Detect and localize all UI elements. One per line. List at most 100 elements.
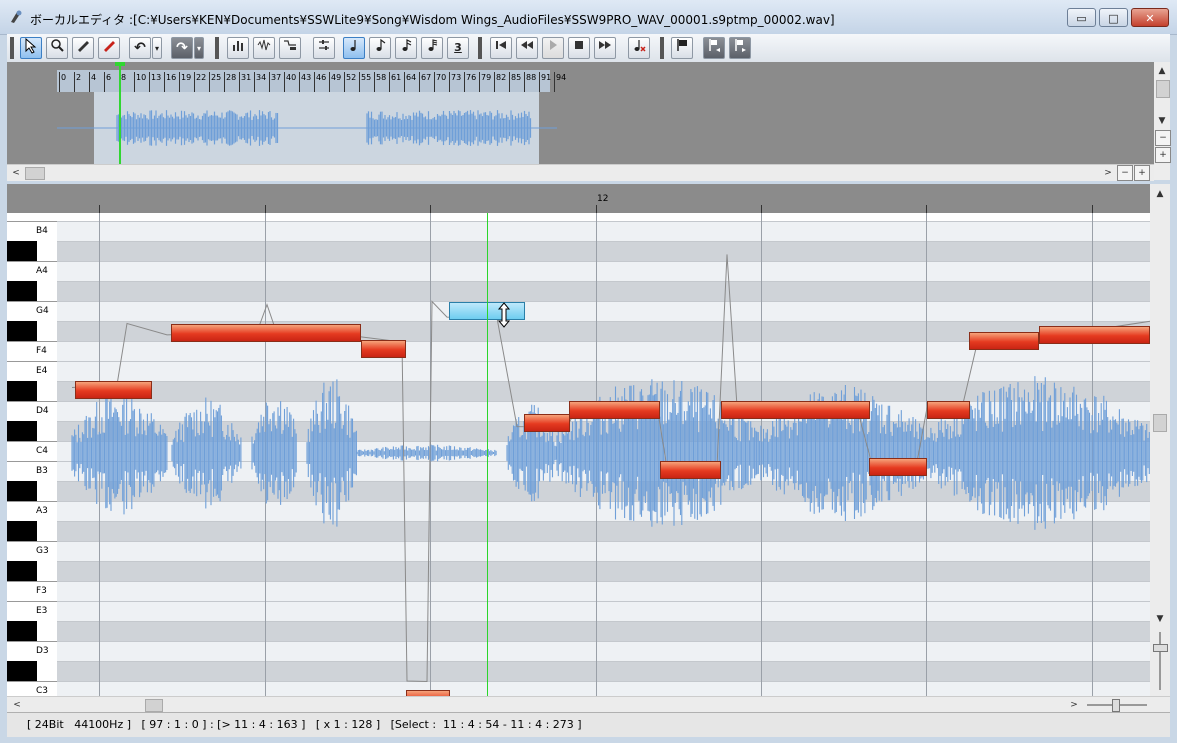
note-block[interactable] [75, 381, 152, 399]
vertical-zoom-slider-track[interactable] [1159, 632, 1161, 690]
note-cross-icon [634, 40, 646, 52]
note-block[interactable] [969, 332, 1039, 350]
zoom-in-horizontal-button[interactable]: + [1134, 165, 1150, 181]
piano-keyboard[interactable]: B4 A4 G4 F4 E4 D4 C4 B3 A3 G3 F3 E3 D3 C3 [7, 213, 57, 696]
scroll-thumb[interactable] [1153, 414, 1167, 432]
white-key[interactable] [7, 461, 57, 481]
thirtysecond-note-button[interactable] [421, 37, 443, 59]
zoom-tool-button[interactable] [46, 37, 68, 59]
toolbar: ↶ ▾ ↷ ▾ 3 [7, 34, 1170, 63]
overview-ruler-label: 64 [404, 72, 416, 92]
white-key[interactable] [7, 221, 57, 241]
eraser-tool-button[interactable] [98, 37, 120, 59]
maximize-button[interactable]: □ [1099, 8, 1128, 27]
white-key[interactable] [7, 601, 57, 621]
vertical-zoom-slider-thumb[interactable] [1153, 644, 1168, 652]
main-horizontal-scrollbar[interactable]: < > [7, 696, 1170, 713]
scroll-left-icon[interactable]: < [9, 166, 23, 180]
prev-marker-button[interactable] [703, 37, 725, 59]
pitch-view-button[interactable] [279, 37, 301, 59]
bar-graph-view-button[interactable] [227, 37, 249, 59]
play-button[interactable] [542, 37, 564, 59]
overview-panel: 0 2 4 6 8 10 13 16 19 22 25 28 31 34 37 40 43 46 49 52 55 58 6… [7, 62, 1171, 181]
fast-forward-button[interactable] [594, 37, 616, 59]
black-key[interactable] [7, 381, 37, 401]
scroll-thumb[interactable] [25, 167, 45, 180]
scroll-left-icon[interactable]: < [10, 698, 24, 712]
scroll-down-icon[interactable]: ▼ [1153, 612, 1167, 626]
zoom-in-vertical-button[interactable]: + [1155, 147, 1171, 163]
overview-horizontal-scrollbar[interactable]: < > − + [7, 164, 1154, 181]
white-key[interactable] [7, 681, 57, 696]
note-block[interactable] [927, 401, 970, 419]
toolbar-separator [478, 37, 482, 59]
overview-playhead[interactable] [119, 62, 121, 164]
pitch-grid[interactable] [57, 213, 1150, 696]
white-key[interactable] [7, 441, 57, 461]
metronome-button[interactable] [628, 37, 650, 59]
undo-button[interactable]: ↶ [129, 37, 151, 59]
eighth-note-button[interactable] [369, 37, 391, 59]
redo-dropdown[interactable]: ▾ [194, 37, 204, 59]
black-key[interactable] [7, 281, 37, 301]
redo-button[interactable]: ↷ [171, 37, 193, 59]
waveform-view-button[interactable] [253, 37, 275, 59]
sixteenth-note-button[interactable] [395, 37, 417, 59]
scroll-up-icon[interactable]: ▲ [1155, 64, 1169, 78]
white-key[interactable] [7, 261, 57, 281]
quarter-note-button[interactable] [343, 37, 365, 59]
note-block[interactable] [721, 401, 870, 419]
black-key[interactable] [7, 661, 37, 681]
eighth-note-icon [376, 38, 386, 51]
note-block[interactable] [171, 324, 361, 342]
zoom-out-vertical-button[interactable]: − [1155, 130, 1171, 146]
select-tool-button[interactable] [20, 37, 42, 59]
scroll-down-icon[interactable]: ▼ [1155, 114, 1169, 128]
note-block[interactable] [660, 461, 721, 479]
pencil-tool-button[interactable] [72, 37, 94, 59]
black-key[interactable] [7, 521, 37, 541]
note-block[interactable] [361, 340, 406, 358]
scroll-thumb[interactable] [145, 699, 163, 712]
black-key[interactable] [7, 241, 37, 261]
scroll-thumb[interactable] [1156, 80, 1170, 98]
playhead-line[interactable] [487, 213, 488, 696]
stop-button[interactable] [568, 37, 590, 59]
note-block[interactable] [1039, 326, 1150, 344]
white-key[interactable] [7, 301, 57, 321]
close-button[interactable]: ✕ [1131, 8, 1169, 27]
white-key[interactable] [7, 581, 57, 601]
black-key[interactable] [7, 481, 37, 501]
note-block[interactable] [869, 458, 927, 476]
status-bar: [ 24Bit 44100Hz ] [ 97 : 1 : 0 ] : [> 11… [7, 712, 1170, 737]
undo-dropdown[interactable]: ▾ [152, 37, 162, 59]
rewind-button[interactable] [516, 37, 538, 59]
timeline-ruler[interactable]: 12 [57, 184, 1150, 213]
black-key[interactable] [7, 321, 37, 341]
overview-vertical-scrollbar[interactable]: ▲ ▼ − + [1154, 62, 1171, 164]
main-vertical-scrollbar[interactable]: ▲ ▼ [1150, 184, 1170, 696]
white-key[interactable] [7, 401, 57, 421]
white-key[interactable] [7, 501, 57, 521]
triplet-button[interactable]: 3 [447, 37, 469, 59]
scroll-right-icon[interactable]: > [1067, 698, 1081, 712]
overview-position-marker[interactable] [115, 62, 125, 66]
note-block[interactable] [569, 401, 660, 419]
go-to-start-button[interactable] [490, 37, 512, 59]
white-key[interactable] [7, 641, 57, 661]
scroll-right-icon[interactable]: > [1101, 166, 1115, 180]
white-key[interactable] [7, 361, 57, 381]
black-key[interactable] [7, 421, 37, 441]
minimize-button[interactable]: ▭ [1067, 8, 1096, 27]
next-marker-button[interactable] [729, 37, 751, 59]
note-block[interactable] [524, 414, 570, 432]
white-key[interactable] [7, 541, 57, 561]
white-key[interactable] [7, 341, 57, 361]
scroll-up-icon[interactable]: ▲ [1153, 187, 1167, 201]
black-key[interactable] [7, 561, 37, 581]
zoom-out-horizontal-button[interactable]: − [1117, 165, 1133, 181]
black-key[interactable] [7, 621, 37, 641]
settings-button[interactable] [313, 37, 335, 59]
horizontal-zoom-slider-thumb[interactable] [1112, 699, 1120, 712]
marker-button[interactable] [671, 37, 693, 59]
